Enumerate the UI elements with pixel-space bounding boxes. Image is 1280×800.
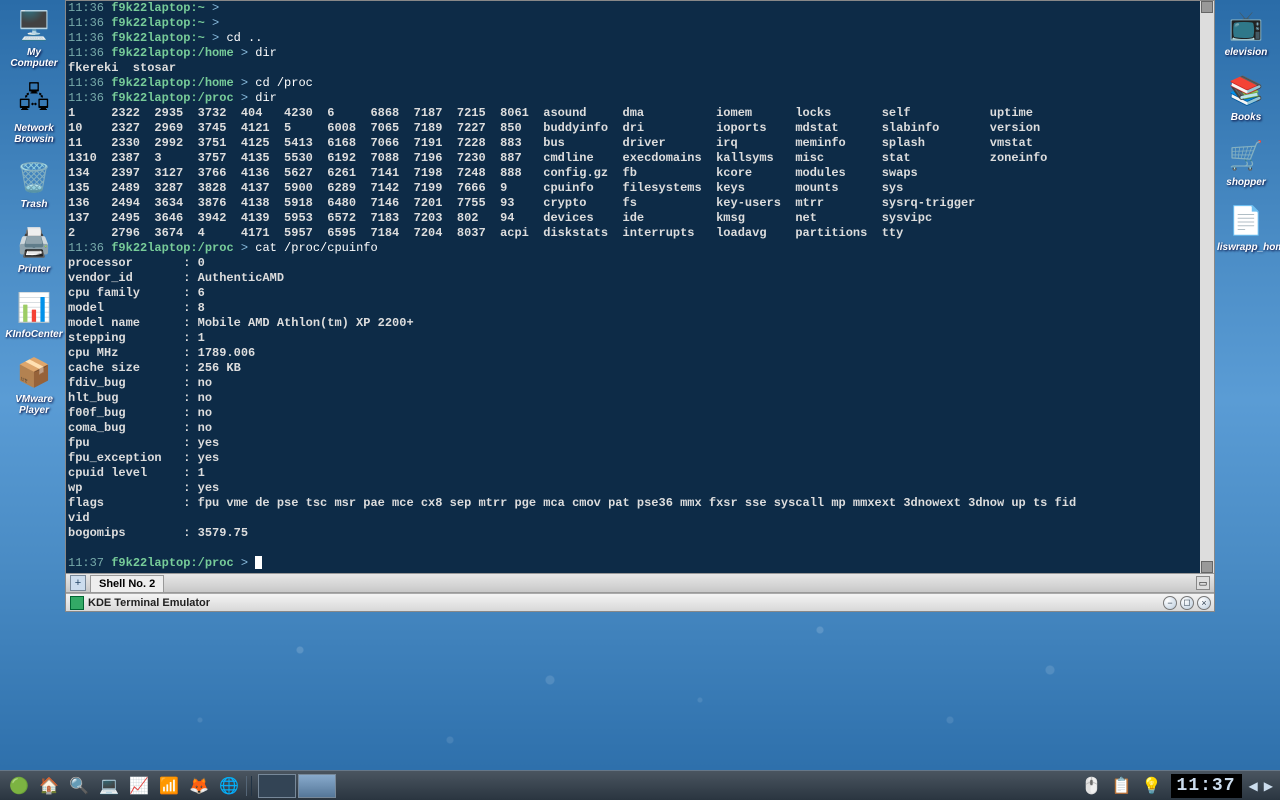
taskbar-clock[interactable]: 11:37	[1171, 774, 1242, 798]
desktop-icon-network-browsing[interactable]: 🖧 Network Browsin	[5, 81, 63, 145]
taskbar-separator	[246, 776, 252, 796]
maximize-button[interactable]: ◻	[1180, 596, 1194, 610]
desktop-icon-label: liswrapp_home...	[1217, 242, 1275, 253]
kinfocenter-icon: 📊	[14, 287, 54, 327]
desktop-icon-liswrapp[interactable]: 📄 liswrapp_home...	[1217, 200, 1275, 253]
scroll-up-icon[interactable]	[1201, 1, 1213, 13]
terminal-tab-bar: + Shell No. 2 ▭	[66, 573, 1214, 593]
desktop-icons-left: 🖥️ My Computer 🖧 Network Browsin 🗑️ Tras…	[5, 5, 65, 428]
terminal-output[interactable]: 11:36 f9k22laptop:~ > 11:36 f9k22laptop:…	[66, 1, 1214, 573]
desktop-icon-kinfocenter[interactable]: 📊 KInfoCenter	[5, 287, 63, 340]
launcher-terminal[interactable]: 💻	[97, 774, 121, 798]
terminal-window: 11:36 f9k22laptop:~ > 11:36 f9k22laptop:…	[65, 0, 1215, 612]
launcher-home[interactable]: 🏠	[37, 774, 61, 798]
terminal-title-text: KDE Terminal Emulator	[88, 597, 1163, 609]
desktop-icon-printer[interactable]: 🖨️ Printer	[5, 222, 63, 275]
desktop-icon-vmware-player[interactable]: 📦 VMware Player	[5, 352, 63, 416]
books-icon: 📚	[1226, 70, 1266, 110]
terminal-scrollbar[interactable]	[1200, 1, 1214, 573]
liswrapp-icon: 📄	[1226, 200, 1266, 240]
printer-icon: 🖨️	[14, 222, 54, 262]
launcher-browser[interactable]: 🌐	[217, 774, 241, 798]
new-tab-button[interactable]: +	[70, 575, 86, 591]
desktop-icon-my-computer[interactable]: 🖥️ My Computer	[5, 5, 63, 69]
launcher-firefox[interactable]: 🦊	[187, 774, 211, 798]
desktop-icon-label: My Computer	[5, 47, 63, 69]
vmware-player-icon: 📦	[14, 352, 54, 392]
tray-clipboard[interactable]: 📋	[1110, 774, 1134, 798]
network-browsing-icon: 🖧	[14, 81, 54, 121]
television-icon: 📺	[1226, 5, 1266, 45]
desktop-icon-trash[interactable]: 🗑️ Trash	[5, 157, 63, 210]
desktop-icon-label: Network Browsin	[5, 123, 63, 145]
desktop-icon-label: KInfoCenter	[5, 329, 63, 340]
desktop-icon-label: Printer	[5, 264, 63, 275]
tray-display[interactable]: 💡	[1140, 774, 1164, 798]
desktop-pager	[258, 774, 338, 798]
desktop-icon-label: Books	[1217, 112, 1275, 123]
terminal-tab[interactable]: Shell No. 2	[90, 575, 164, 592]
minimize-button[interactable]: −	[1163, 596, 1177, 610]
desktop-icon-television[interactable]: 📺 elevision	[1217, 5, 1275, 58]
desktop-2[interactable]	[298, 774, 336, 798]
desktop-icon-label: shopper	[1217, 177, 1275, 188]
desktop-icon-label: Trash	[5, 199, 63, 210]
taskbar-arrow-right[interactable]: ▶	[1261, 779, 1276, 793]
shopper-icon: 🛒	[1226, 135, 1266, 175]
tab-collapse-button[interactable]: ▭	[1196, 576, 1210, 590]
desktop-1[interactable]	[258, 774, 296, 798]
desktop-icon-label: elevision	[1217, 47, 1275, 58]
tray-mouse[interactable]: 🖱️	[1080, 774, 1104, 798]
taskbar-arrow-left[interactable]: ◀	[1246, 779, 1261, 793]
scroll-down-icon[interactable]	[1201, 561, 1213, 573]
launcher-network[interactable]: 📶	[157, 774, 181, 798]
desktop-icon-label: VMware Player	[5, 394, 63, 416]
my-computer-icon: 🖥️	[14, 5, 54, 45]
launcher-start-menu[interactable]: 🟢	[7, 774, 31, 798]
launcher-sysmon[interactable]: 📈	[127, 774, 151, 798]
launcher-find[interactable]: 🔍	[67, 774, 91, 798]
terminal-icon	[70, 596, 84, 610]
terminal-titlebar[interactable]: KDE Terminal Emulator − ◻ ×	[66, 593, 1214, 611]
desktop-icon-books[interactable]: 📚 Books	[1217, 70, 1275, 123]
taskbar: 🟢🏠🔍💻📈📶🦊🌐 🖱️📋💡 11:37 ◀ ▶	[0, 770, 1280, 800]
trash-icon: 🗑️	[14, 157, 54, 197]
close-button[interactable]: ×	[1197, 596, 1211, 610]
desktop-icon-shopper[interactable]: 🛒 shopper	[1217, 135, 1275, 188]
desktop-icons-right: 📺 elevision 📚 Books 🛒 shopper 📄 liswrapp…	[1217, 5, 1277, 265]
